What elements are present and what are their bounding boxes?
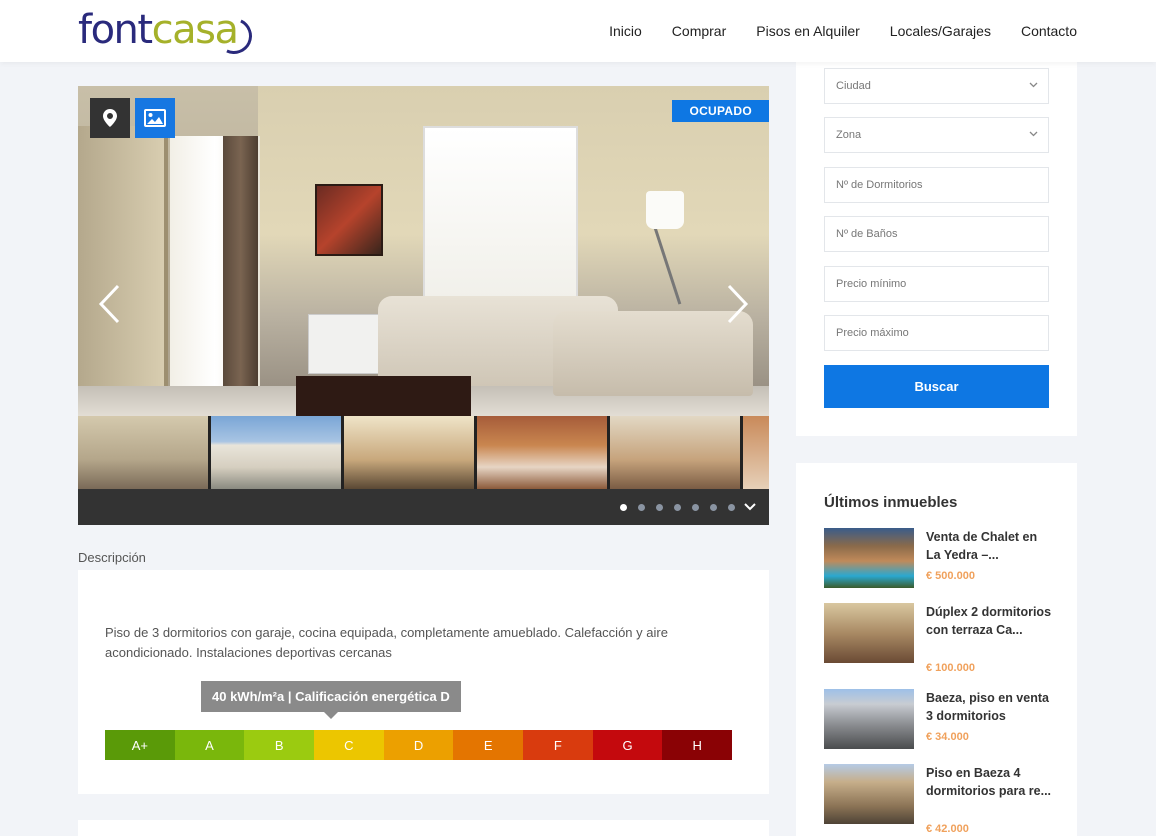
thumbnail-3[interactable]	[344, 416, 474, 489]
property-thumbnail[interactable]	[824, 603, 914, 663]
chevron-right-icon	[727, 284, 749, 324]
photo-lamp	[646, 191, 684, 229]
map-view-button[interactable]	[90, 98, 130, 138]
chevron-down-icon	[1029, 131, 1038, 137]
property-name[interactable]: Venta de Chalet en La Yedra –...	[926, 528, 1054, 564]
main-photo[interactable]	[78, 86, 769, 416]
site-header: font casa Inicio Comprar Pisos en Alquile…	[0, 0, 1156, 62]
latest-properties: Últimos inmuebles Venta de Chalet en La …	[796, 463, 1077, 836]
photo-lamp-pole	[653, 227, 682, 305]
property-name[interactable]: Piso en Baeza 4 dormitorios para re...	[926, 764, 1054, 800]
nav-item-pisos-alquiler[interactable]: Pisos en Alquiler	[756, 23, 860, 39]
gallery-dots	[620, 504, 735, 511]
min-price-input[interactable]: Precio mínimo	[824, 266, 1049, 302]
gallery-dot[interactable]	[674, 504, 681, 511]
search-button[interactable]: Buscar	[824, 365, 1049, 408]
photo-painting	[315, 184, 383, 256]
thumbnail-2[interactable]	[211, 416, 341, 489]
bathrooms-input[interactable]: Nº de Baños	[824, 216, 1049, 252]
nav-item-contacto[interactable]: Contacto	[1021, 23, 1077, 39]
property-price: € 500.000	[926, 570, 975, 582]
thumbnails-toggle-button[interactable]	[741, 498, 759, 516]
city-select[interactable]: Ciudad	[824, 68, 1049, 104]
image-icon	[144, 109, 166, 127]
next-section-card	[78, 820, 769, 836]
gallery-pagination-bar	[78, 489, 769, 525]
energy-rating-scale: A+ A B C D E F G H	[105, 730, 733, 760]
thumbnail-5[interactable]	[610, 416, 740, 489]
energy-class-cell: F	[523, 730, 593, 760]
photo-view-button[interactable]	[135, 98, 175, 138]
list-item[interactable]: Dúplex 2 dormitorios con terraza Ca... €…	[824, 603, 1054, 674]
property-price: € 42.000	[926, 823, 969, 835]
list-item[interactable]: Venta de Chalet en La Yedra –... € 500.0…	[824, 528, 1054, 590]
thumbnail-4[interactable]	[477, 416, 607, 489]
logo-text-a: a	[214, 7, 239, 53]
nav-item-inicio[interactable]: Inicio	[609, 23, 642, 39]
description-card: Piso de 3 dormitorios con garaje, cocina…	[78, 570, 769, 794]
energy-class-cell: D	[383, 730, 454, 760]
photo-table	[296, 376, 471, 416]
property-name[interactable]: Dúplex 2 dormitorios con terraza Ca...	[926, 603, 1054, 639]
property-price: € 34.000	[926, 731, 969, 743]
status-badge: OCUPADO	[672, 100, 769, 122]
list-item[interactable]: Baeza, piso en venta 3 dormitorios € 34.…	[824, 689, 1054, 751]
brand-logo[interactable]: font casa	[78, 7, 239, 53]
search-form: Ciudad Zona Nº de Dormitorios Nº de Baño…	[796, 40, 1077, 436]
gallery-dot[interactable]	[710, 504, 717, 511]
energy-rating-tooltip: 40 kWh/m²a | Calificación energética D	[201, 681, 461, 719]
chevron-down-icon	[744, 503, 756, 511]
property-thumbnail[interactable]	[824, 764, 914, 824]
chevron-down-icon	[1029, 82, 1038, 88]
photo-radiator	[308, 314, 386, 374]
description-text: Piso de 3 dormitorios con garaje, cocina…	[105, 625, 668, 660]
energy-class-cell: A	[174, 730, 245, 760]
gallery-prev-button[interactable]	[94, 282, 124, 326]
property-price: € 100.000	[926, 662, 975, 674]
property-thumbnail[interactable]	[824, 689, 914, 749]
energy-class-cell: H	[662, 730, 733, 760]
map-pin-icon	[103, 109, 117, 127]
zone-select[interactable]: Zona	[824, 117, 1049, 153]
max-price-input[interactable]: Precio máximo	[824, 315, 1049, 351]
latest-properties-title: Últimos inmuebles	[824, 494, 958, 511]
thumbnail-strip	[78, 416, 769, 489]
thumbnail-6[interactable]	[743, 416, 769, 489]
bedrooms-input[interactable]: Nº de Dormitorios	[824, 167, 1049, 203]
gallery-dot[interactable]	[728, 504, 735, 511]
energy-class-cell: G	[592, 730, 663, 760]
energy-class-cell: A+	[105, 730, 175, 760]
energy-class-cell: B	[244, 730, 315, 760]
energy-class-cell: E	[453, 730, 524, 760]
logo-text-cas: cas	[151, 7, 216, 53]
energy-class-cell: C	[314, 730, 384, 760]
logo-text-casa: casa	[151, 7, 239, 53]
description-heading: Descripción	[78, 550, 146, 565]
property-gallery: OCUPADO	[78, 86, 769, 525]
property-thumbnail[interactable]	[824, 528, 914, 588]
gallery-next-button[interactable]	[723, 282, 753, 326]
chevron-left-icon	[98, 284, 120, 324]
photo-shelf	[78, 126, 168, 416]
gallery-dot[interactable]	[692, 504, 699, 511]
gallery-dot[interactable]	[656, 504, 663, 511]
property-name[interactable]: Baeza, piso en venta 3 dormitorios	[926, 689, 1054, 725]
city-select-label: Ciudad	[836, 80, 871, 92]
logo-text-font: font	[78, 7, 153, 53]
nav-item-locales-garajes[interactable]: Locales/Garajes	[890, 23, 991, 39]
gallery-dot[interactable]	[620, 504, 627, 511]
nav-item-comprar[interactable]: Comprar	[672, 23, 726, 39]
thumbnail-1[interactable]	[78, 416, 208, 489]
gallery-dot[interactable]	[638, 504, 645, 511]
list-item[interactable]: Piso en Baeza 4 dormitorios para re... €…	[824, 764, 1054, 835]
photo-window	[423, 126, 578, 301]
photo-curtain-dark	[223, 136, 258, 396]
zone-select-label: Zona	[836, 129, 862, 141]
main-nav: Inicio Comprar Pisos en Alquiler Locales…	[609, 0, 1077, 62]
